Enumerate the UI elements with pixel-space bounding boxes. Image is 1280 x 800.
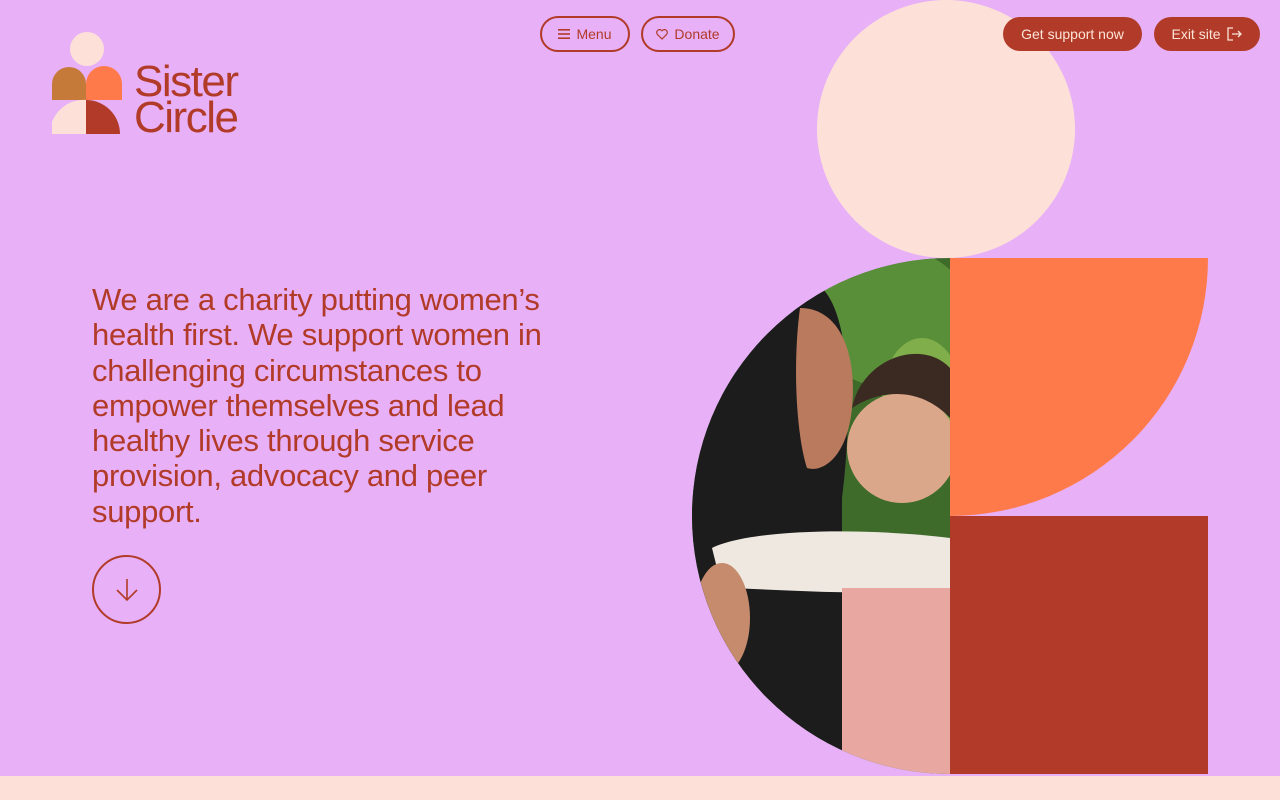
exit-site-label: Exit site [1171, 26, 1221, 42]
get-support-button[interactable]: Get support now [1003, 17, 1142, 51]
hamburger-icon [558, 29, 571, 39]
heart-icon [656, 28, 669, 40]
menu-label: Menu [576, 26, 612, 42]
footer-strip [0, 776, 1280, 800]
logo-wordmark: Sister Circle [134, 57, 239, 142]
hero-mission-statement: We are a charity putting women’s health … [92, 282, 542, 529]
photo-illustration [692, 258, 950, 774]
site-logo[interactable]: Sister Circle [52, 32, 239, 140]
sister-circle-logo-icon [52, 32, 122, 134]
arrow-down-icon [115, 578, 138, 601]
scroll-down-button[interactable] [92, 555, 161, 624]
menu-button[interactable]: Menu [540, 16, 630, 52]
rust-square-shape [950, 516, 1208, 774]
get-support-label: Get support now [1021, 26, 1124, 42]
exit-icon [1226, 27, 1242, 41]
coral-quarter-shape [950, 258, 1208, 516]
exit-site-button[interactable]: Exit site [1154, 17, 1260, 51]
mother-and-child-photo [692, 258, 950, 774]
donate-button[interactable]: Donate [641, 16, 735, 52]
donate-label: Donate [674, 26, 720, 42]
